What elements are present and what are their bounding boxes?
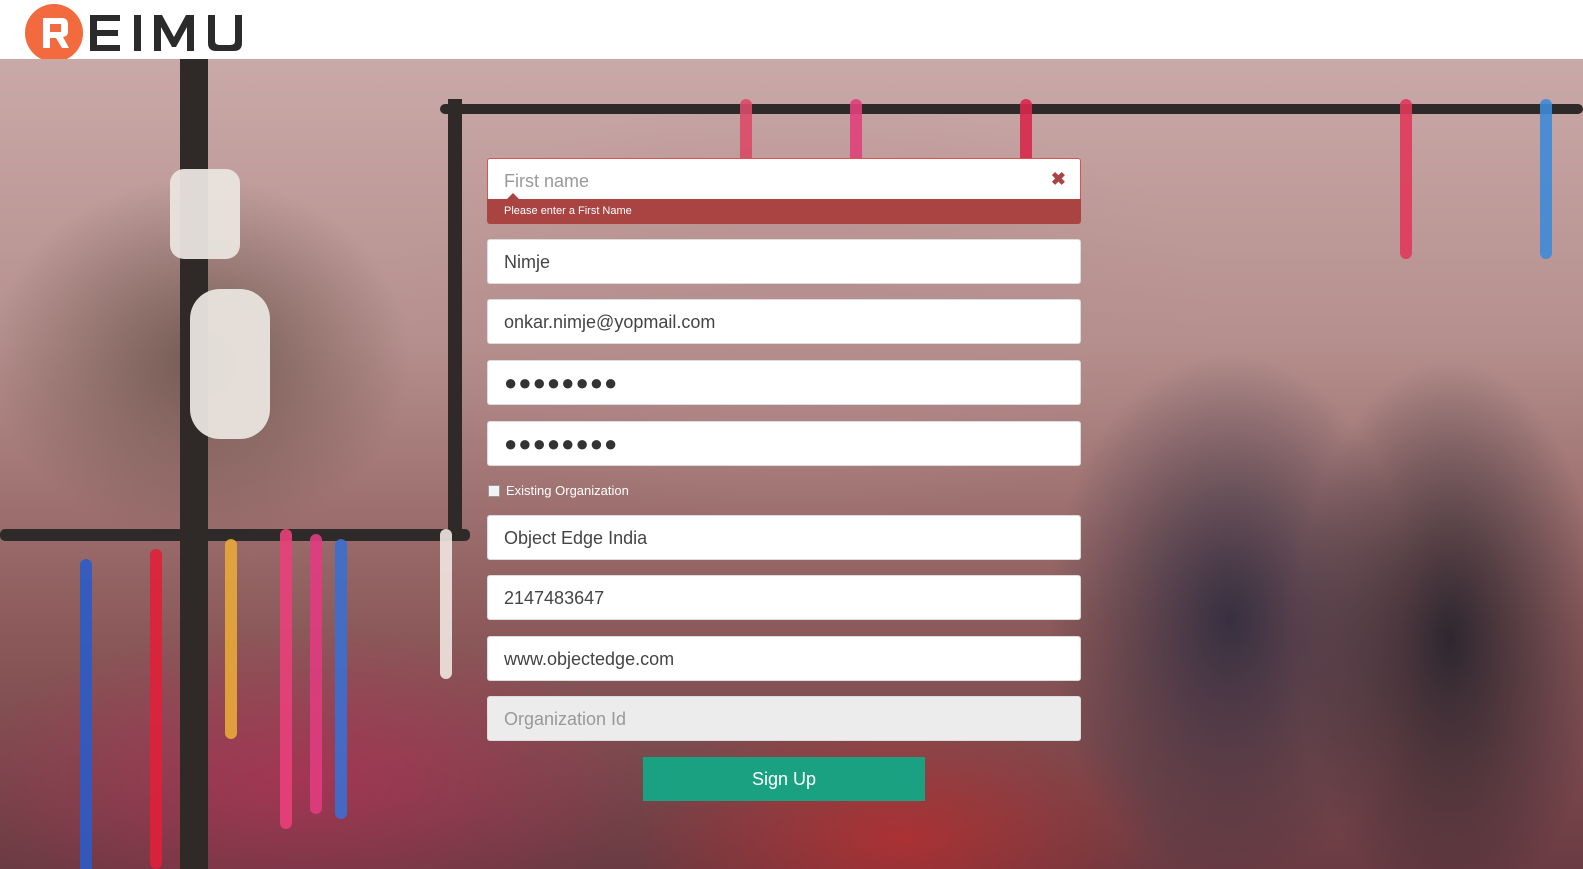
password-value: ●●●●●●●● <box>504 370 619 395</box>
phone-value: 2147483647 <box>504 588 605 608</box>
organization-name-value: Object Edge India <box>504 528 648 548</box>
organization-name-field[interactable]: Object Edge India <box>487 515 1081 560</box>
organization-id-field[interactable]: Organization Id <box>487 696 1081 741</box>
existing-organization-checkbox[interactable] <box>488 485 500 497</box>
last-name-field[interactable]: Nimje <box>487 239 1081 284</box>
confirm-password-field[interactable]: ●●●●●●●● <box>487 421 1081 466</box>
email-field[interactable]: onkar.nimje@yopmail.com <box>487 299 1081 344</box>
confirm-password-value: ●●●●●●●● <box>504 431 619 456</box>
email-value: onkar.nimje@yopmail.com <box>504 312 716 332</box>
close-icon[interactable]: ✖ <box>1051 169 1066 190</box>
existing-organization-label: Existing Organization <box>506 483 629 498</box>
first-name-placeholder: First name <box>504 171 590 191</box>
first-name-error-text: Please enter a First Name <box>504 205 632 217</box>
website-field[interactable]: www.objectedge.com <box>487 636 1081 681</box>
phone-field[interactable]: 2147483647 <box>487 575 1081 620</box>
error-arrow-icon <box>507 193 519 199</box>
top-header <box>0 0 1583 62</box>
first-name-field[interactable]: First name ✖ <box>487 158 1081 203</box>
password-field[interactable]: ●●●●●●●● <box>487 360 1081 405</box>
first-name-error: Please enter a First Name <box>487 193 1081 224</box>
organization-id-placeholder: Organization Id <box>504 709 627 729</box>
last-name-value: Nimje <box>504 252 551 272</box>
reimu-logo[interactable] <box>24 3 264 63</box>
sign-up-button[interactable]: Sign Up <box>643 757 925 801</box>
website-value: www.objectedge.com <box>504 649 675 669</box>
